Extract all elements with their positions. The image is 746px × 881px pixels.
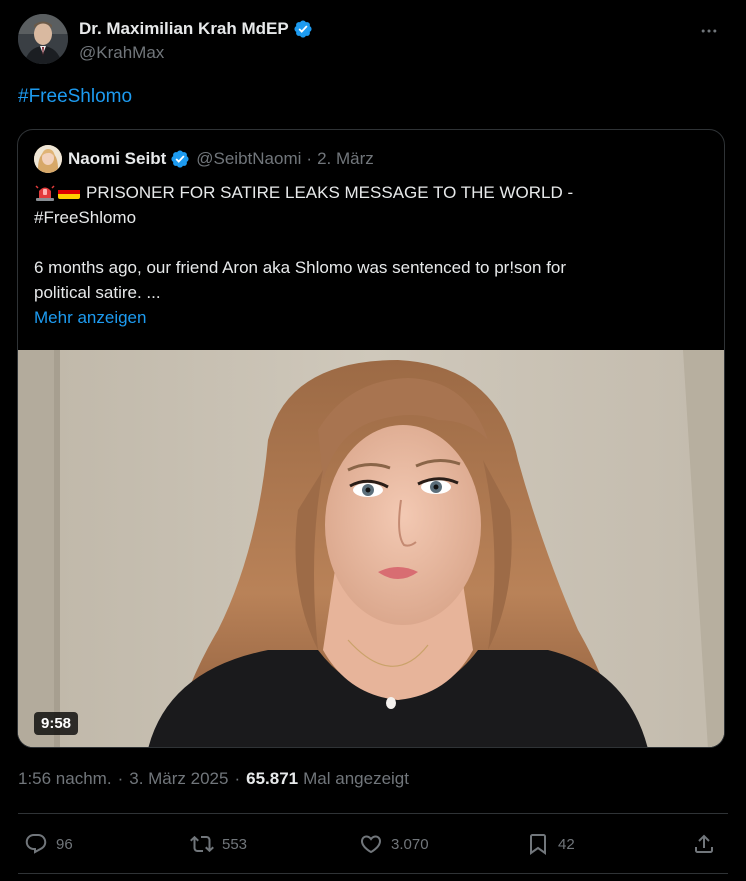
author-avatar[interactable] — [18, 14, 68, 64]
like-count: 3.070 — [391, 835, 429, 853]
divider-top — [18, 813, 728, 814]
quoted-tweet-text: PRISONER FOR SATIRE LEAKS MESSAGE TO THE… — [34, 180, 674, 330]
germany-flag-emoji-icon — [58, 185, 80, 199]
share-icon — [695, 834, 713, 853]
bookmark-count: 42 — [558, 835, 575, 853]
author-info: Dr. Maximilian Krah MdEP @KrahMax — [79, 17, 313, 63]
tweet-hashtag-link[interactable]: #FreeShlomo — [18, 86, 132, 108]
quoted-author-avatar[interactable] — [34, 145, 62, 173]
quoted-tweet[interactable]: Naomi Seibt @SeibtNaomi · 2. März PRISON… — [17, 129, 725, 748]
video-duration-badge: 9:58 — [34, 712, 79, 735]
tweet-actions: 96 553 3.070 42 — [18, 824, 728, 864]
quoted-date[interactable]: 2. März — [317, 149, 374, 169]
verified-badge-icon — [171, 150, 189, 168]
like-button[interactable]: 3.070 — [359, 832, 429, 856]
repost-button[interactable]: 553 — [190, 832, 247, 856]
view-count-label: Mal angezeigt — [303, 769, 409, 788]
verified-badge-icon — [294, 20, 312, 38]
tweet-meta: 1:56 nachm. · 3. März 2025 · 65.871 Mal … — [18, 769, 409, 789]
divider-bottom — [18, 873, 728, 874]
quoted-text-line-3: 6 months ago, our friend Aron aka Shlomo… — [34, 258, 567, 277]
author-handle[interactable]: @KrahMax — [79, 43, 313, 63]
video-thumbnail — [18, 350, 724, 747]
reply-icon — [25, 834, 47, 854]
bookmark-icon — [530, 834, 546, 855]
siren-emoji-icon — [34, 183, 56, 201]
share-button[interactable] — [692, 832, 716, 856]
tweet-header: Dr. Maximilian Krah MdEP @KrahMax — [18, 14, 728, 66]
quoted-hashtag-link[interactable]: #FreeShlomo — [34, 205, 674, 230]
repost-icon — [190, 835, 214, 853]
author-name[interactable]: Dr. Maximilian Krah MdEP — [79, 19, 289, 39]
tweet-date[interactable]: 3. März 2025 — [129, 769, 228, 789]
show-more-link[interactable]: Mehr anzeigen — [34, 305, 674, 330]
like-icon — [360, 835, 382, 854]
quoted-tweet-header: Naomi Seibt @SeibtNaomi · 2. März — [34, 144, 374, 174]
quoted-author-name[interactable]: Naomi Seibt — [68, 149, 166, 169]
video-player[interactable]: 9:58 — [18, 350, 724, 747]
bookmark-button[interactable]: 42 — [526, 832, 575, 856]
more-dots-glyph — [701, 29, 717, 33]
quoted-text-line-4: political satire. ... — [34, 283, 161, 302]
repost-count: 553 — [222, 835, 248, 853]
separator-dot: · — [306, 149, 313, 168]
separator-dot: · — [234, 769, 241, 788]
tweet-time[interactable]: 1:56 nachm. — [18, 769, 112, 789]
separator-dot: · — [117, 769, 124, 788]
more-icon[interactable] — [694, 16, 724, 46]
quoted-author-handle[interactable]: @SeibtNaomi — [196, 149, 301, 169]
reply-button[interactable]: 96 — [24, 832, 73, 856]
view-count: 65.871 — [246, 769, 299, 788]
quoted-text-line-1: PRISONER FOR SATIRE LEAKS MESSAGE TO THE… — [86, 183, 574, 202]
reply-count: 96 — [56, 835, 73, 853]
